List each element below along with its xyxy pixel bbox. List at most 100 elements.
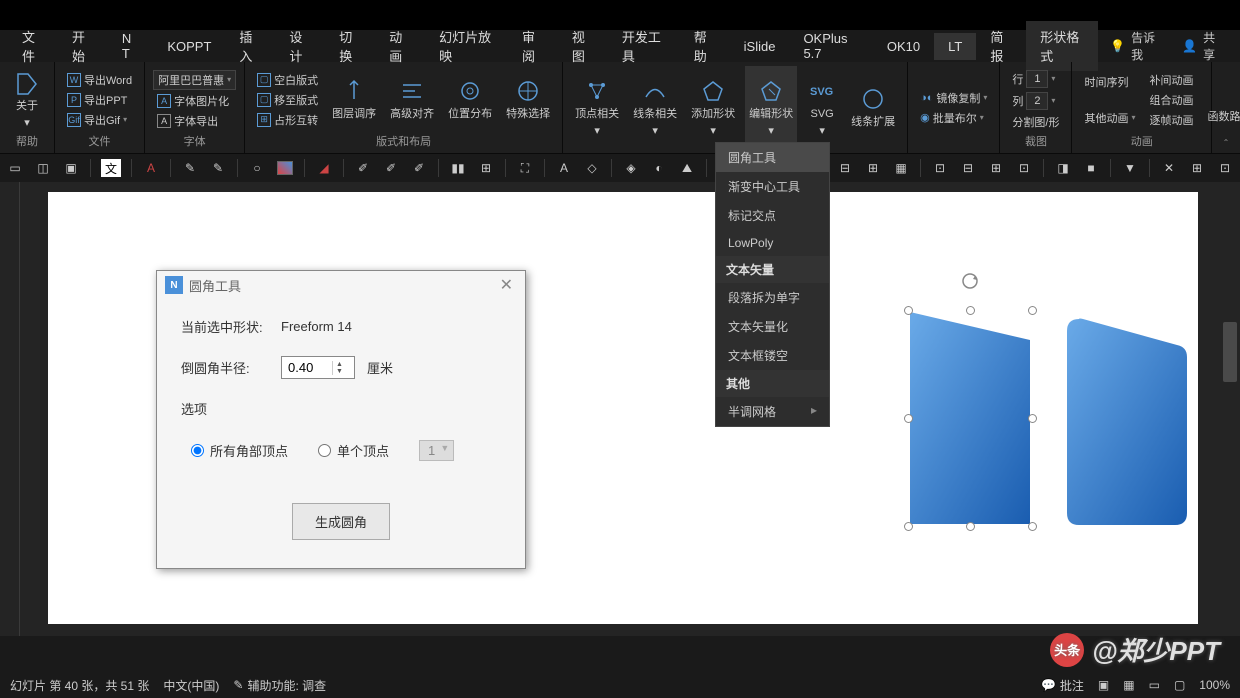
frame-anim-button[interactable]: 逐帧动画 — [1146, 111, 1198, 129]
font-pic[interactable]: A字体图片化 — [153, 92, 236, 110]
tab-islide[interactable]: iSlide — [730, 33, 790, 60]
tab-nt[interactable]: N T — [108, 25, 153, 67]
crop-split[interactable]: 分割图/形 — [1008, 113, 1063, 131]
qat-pen3-icon[interactable]: ✐ — [410, 159, 428, 177]
svg-button[interactable]: SVGSVG▾ — [803, 66, 841, 149]
align[interactable]: 高级对齐 — [386, 66, 438, 133]
rotate-handle-icon[interactable] — [961, 272, 979, 290]
opt-all-radio[interactable]: 所有角部顶点 — [191, 441, 288, 460]
handle-ne[interactable] — [1028, 306, 1037, 315]
qat-fill-icon[interactable]: ◢ — [315, 159, 333, 177]
qat-r12-icon[interactable]: ✕ — [1160, 159, 1178, 177]
qat-chart-icon[interactable]: ▮▮ — [449, 159, 467, 177]
export-word[interactable]: W导出Word — [63, 71, 136, 89]
qat-circle-icon[interactable]: ○ — [248, 159, 266, 177]
view-slideshow-icon[interactable]: ▢ — [1174, 678, 1185, 692]
vertex-button[interactable]: 顶点相关▾ — [571, 66, 623, 149]
addshape-button[interactable]: 添加形状▾ — [687, 66, 739, 149]
qat-rect-icon[interactable]: ▭ — [6, 159, 24, 177]
qat-r6-icon[interactable]: ⊟ — [959, 159, 977, 177]
qat-r13-icon[interactable]: ⊞ — [1188, 159, 1206, 177]
scrollbar-vertical[interactable] — [1220, 182, 1240, 636]
menu-para[interactable]: 段落拆为单字 — [716, 283, 829, 312]
qat-eyedrop-icon[interactable]: ✎ — [181, 159, 199, 177]
qat-layers-icon[interactable]: ◈ — [622, 159, 640, 177]
status-comment[interactable]: 💬 批注 — [1041, 677, 1084, 694]
menu-gradient-tool[interactable]: 渐变中心工具 — [716, 172, 829, 201]
menu-lowpoly[interactable]: LowPoly — [716, 230, 829, 256]
qat-swatch-icon[interactable] — [276, 159, 294, 177]
qat-eyedrop2-icon[interactable]: ✎ — [209, 159, 227, 177]
font-selector[interactable]: 阿里巴巴普惠▾ — [153, 70, 236, 90]
layer-order[interactable]: 图层调序 — [328, 66, 380, 133]
about-button[interactable]: 关于▾ — [8, 66, 46, 133]
opt-single-radio[interactable]: 单个顶点 — [318, 441, 389, 460]
qat-r9-icon[interactable]: ◨ — [1054, 159, 1072, 177]
handle-n[interactable] — [966, 306, 975, 315]
view-normal-icon[interactable]: ▣ — [1098, 678, 1109, 692]
qat-r5-icon[interactable]: ⊡ — [931, 159, 949, 177]
share-button[interactable]: 👤共享 — [1170, 29, 1232, 63]
menu-mark[interactable]: 标记交点 — [716, 201, 829, 230]
tab-ok10[interactable]: OK10 — [873, 33, 934, 60]
qat-r11-icon[interactable]: ▼ — [1121, 159, 1139, 177]
move-layout[interactable]: ▢移至版式 — [253, 91, 322, 109]
shape-2[interactable] — [1065, 317, 1193, 529]
other-anim-button[interactable]: 其他动画▾ — [1080, 109, 1139, 127]
collapse-ribbon-icon[interactable]: ⌃ — [1223, 138, 1230, 147]
qat-r7-icon[interactable]: ⊞ — [987, 159, 1005, 177]
handle-se[interactable] — [1028, 522, 1037, 531]
timeline-button[interactable]: 时间序列 — [1080, 73, 1139, 91]
export-ppt[interactable]: P导出PPT — [63, 91, 136, 109]
spin-down[interactable]: ▼ — [333, 368, 346, 375]
font-export[interactable]: A字体导出 — [153, 112, 236, 130]
qat-r14-icon[interactable]: ⊡ — [1216, 159, 1234, 177]
qat-a-icon[interactable]: A — [555, 159, 573, 177]
qat-pen2-icon[interactable]: ✐ — [382, 159, 400, 177]
editshape-button[interactable]: 编辑形状▾ — [745, 66, 797, 149]
handle-nw[interactable] — [904, 306, 913, 315]
single-select[interactable]: 1▼ — [419, 440, 454, 461]
radius-input[interactable]: ▲▼ — [281, 356, 355, 379]
special-select[interactable]: 特殊选择 — [502, 66, 554, 133]
crop-row[interactable]: 行1▾ — [1008, 69, 1063, 89]
view-sorter-icon[interactable]: ▦ — [1123, 678, 1134, 692]
qat-contrast-icon[interactable]: ◐ — [650, 159, 668, 177]
qat-r10-icon[interactable]: ■ — [1082, 159, 1100, 177]
handle-s[interactable] — [966, 522, 975, 531]
qat-expand-icon[interactable]: ⛶ — [516, 159, 534, 177]
qat-r3-icon[interactable]: ⊞ — [864, 159, 882, 177]
lineext-button[interactable]: 线条扩展 — [847, 66, 899, 149]
spin-up[interactable]: ▲ — [333, 361, 346, 368]
distribute[interactable]: 位置分布 — [444, 66, 496, 133]
qat-text-icon[interactable]: 文 — [101, 159, 121, 177]
tab-koppt[interactable]: KOPPT — [153, 33, 225, 60]
qat-font-color-icon[interactable]: A — [142, 159, 160, 177]
export-gif[interactable]: Gif导出Gif▾ — [63, 111, 136, 129]
menu-hollow[interactable]: 文本框镂空 — [716, 341, 829, 370]
handle-sw[interactable] — [904, 522, 913, 531]
blank-layout[interactable]: ▢空白版式 — [253, 71, 322, 89]
zoom-value[interactable]: 100% — [1199, 678, 1230, 692]
qat-image-icon[interactable]: ⛰ — [678, 159, 696, 177]
tell-me[interactable]: 💡告诉我 — [1098, 29, 1170, 63]
qat-shape-icon[interactable]: ◫ — [34, 159, 52, 177]
qat-merge-icon[interactable]: ▣ — [62, 159, 80, 177]
status-access[interactable]: ✎ 辅助功能: 调查 — [233, 677, 326, 694]
bool-button[interactable]: ◉批量布尔▾ — [916, 109, 991, 127]
qat-tag-icon[interactable]: ◇ — [583, 159, 601, 177]
handle-w[interactable] — [904, 414, 913, 423]
tab-okplus[interactable]: OKPlus 5.7 — [789, 25, 872, 67]
menu-vector[interactable]: 文本矢量化 — [716, 312, 829, 341]
view-reading-icon[interactable]: ▭ — [1149, 678, 1160, 692]
placeholder-swap[interactable]: ⊞占形互转 — [253, 111, 322, 129]
mirror-button[interactable]: ◑◐镜像复制▾ — [916, 89, 991, 107]
crop-col[interactable]: 列2▾ — [1008, 91, 1063, 111]
qat-r4-icon[interactable]: ▦ — [892, 159, 910, 177]
qat-r8-icon[interactable]: ⊡ — [1015, 159, 1033, 177]
dialog-close-button[interactable]: ✕ — [496, 275, 517, 295]
qat-r2-icon[interactable]: ⊟ — [836, 159, 854, 177]
qat-grid-icon[interactable]: ⊞ — [477, 159, 495, 177]
line-button[interactable]: 线条相关▾ — [629, 66, 681, 149]
handle-e[interactable] — [1028, 414, 1037, 423]
